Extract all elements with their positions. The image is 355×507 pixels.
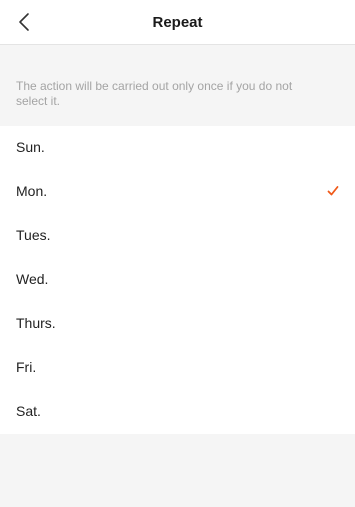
day-label: Sat. [16,403,41,419]
day-item-fri[interactable]: Fri. [0,346,355,390]
day-label: Sun. [16,139,45,155]
day-item-thurs[interactable]: Thurs. [0,302,355,346]
day-item-sat[interactable]: Sat. [0,390,355,434]
checkmark-icon [327,186,339,196]
hint-text: The action will be carried out only once… [16,79,293,108]
day-label: Tues. [16,227,51,243]
day-list: Sun. Mon. Tues. Wed. Thurs. Fri. Sat. [0,126,355,434]
day-item-mon[interactable]: Mon. [0,170,355,214]
day-label: Fri. [16,359,37,375]
day-item-wed[interactable]: Wed. [0,258,355,302]
day-item-tues[interactable]: Tues. [0,214,355,258]
day-item-sun[interactable]: Sun. [0,126,355,170]
day-label: Thurs. [16,315,56,331]
day-label: Mon. [16,183,48,199]
page-title: Repeat [152,14,203,31]
day-label: Wed. [16,271,49,287]
hint-section: The action will be carried out only once… [0,45,355,126]
bottom-spacer [0,434,355,507]
navigation-header: Repeat [0,0,355,45]
